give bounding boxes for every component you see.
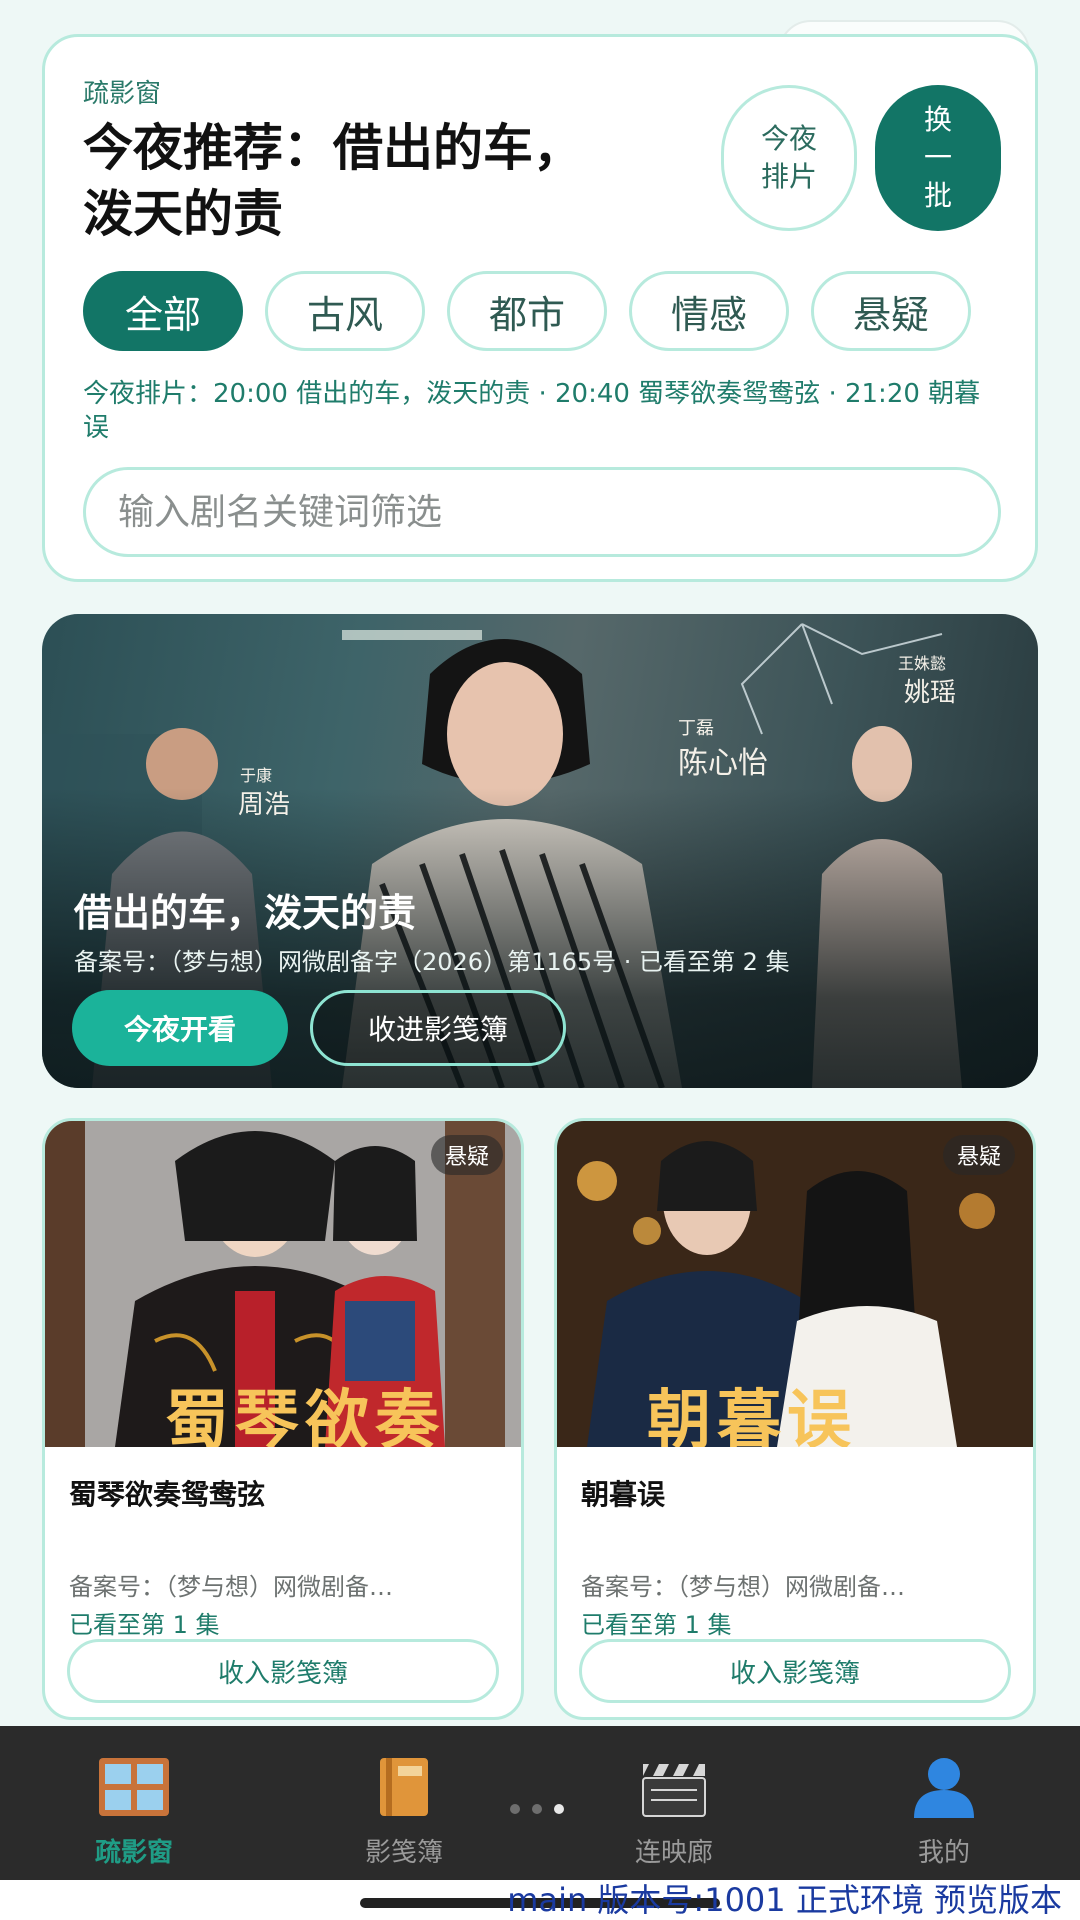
drama-poster: 朝暮误 悬疑	[557, 1121, 1033, 1447]
nav-label: 连映廊	[634, 1838, 713, 1868]
swap-batch-button[interactable]: 换一批	[875, 85, 1001, 231]
credit-role-right: 王姝懿	[898, 654, 947, 673]
credit-role-left: 于康	[240, 766, 273, 785]
credit-name-left: 周浩	[238, 790, 291, 820]
tab-mystery[interactable]: 悬疑	[811, 271, 971, 351]
tab-ancient[interactable]: 古风	[265, 271, 425, 351]
drama-card[interactable]: 蜀琴欲奏 悬疑 蜀琴欲奏鸳鸯弦 备案号：（梦与想）网微剧备… 已看至第 1 集 …	[42, 1118, 524, 1720]
book-icon	[380, 1758, 428, 1816]
drama-card[interactable]: 朝暮误 悬疑 朝暮误 备案号：（梦与想）网微剧备… 已看至第 1 集 收入影笺簿	[554, 1118, 1036, 1720]
drama-title: 朝暮误	[581, 1478, 666, 1511]
collect-button[interactable]: 收进影笺簿	[310, 990, 566, 1066]
poster-title-text: 蜀琴欲奏	[165, 1383, 445, 1447]
nav-item-profile[interactable]: 我的	[844, 1756, 1044, 1869]
version-text: main 版本号:1001 正式环境 预览版本	[507, 1881, 1062, 1919]
featured-meta: 备案号：（梦与想）网微剧备字（2026）第1165号 · 已看至第 2 集	[74, 948, 790, 976]
drama-poster: 蜀琴欲奏 悬疑	[45, 1121, 521, 1447]
watch-progress: 已看至第 1 集	[69, 1611, 220, 1639]
credit-role-mid: 丁磊	[678, 718, 714, 739]
brand-label: 疏影窗	[83, 79, 162, 109]
nav-label: 影笺簿	[364, 1838, 443, 1868]
watch-progress: 已看至第 1 集	[581, 1611, 732, 1639]
tab-urban[interactable]: 都市	[447, 271, 607, 351]
add-to-collection-button[interactable]: 收入影笺簿	[67, 1639, 499, 1703]
drama-title: 蜀琴欲奏鸳鸯弦	[69, 1478, 266, 1511]
bottom-nav: 疏影窗 影笺簿 连映廊 我的	[0, 1726, 1080, 1880]
nav-label: 我的	[917, 1838, 970, 1868]
nav-label: 疏影窗	[94, 1838, 173, 1868]
search-field[interactable]	[83, 467, 1001, 557]
page-dot	[532, 1804, 542, 1814]
page-title: 今夜推荐：借出的车，泼天的责	[83, 119, 583, 243]
tab-all[interactable]: 全部	[83, 271, 243, 351]
filing-number: 备案号：（梦与想）网微剧备…	[69, 1573, 393, 1601]
page-dot-active	[554, 1804, 564, 1814]
tab-romance[interactable]: 情感	[629, 271, 789, 351]
genre-badge: 悬疑	[430, 1135, 503, 1175]
recommendation-card: 疏影窗 今夜推荐：借出的车，泼天的责 今夜排片 换一批 全部 古风 都市 情感 …	[42, 34, 1038, 582]
version-bar: main 版本号:1001 正式环境 预览版本	[0, 1880, 1080, 1920]
tonight-schedule-button[interactable]: 今夜排片	[721, 85, 857, 231]
featured-banner[interactable]: 于康 周浩 丁磊 陈心怡 王姝懿 姚瑶 借出的车，泼天的责 备案号：（梦与想）网…	[42, 614, 1038, 1088]
nav-item-notebook[interactable]: 影笺簿	[304, 1756, 504, 1869]
filing-number: 备案号：（梦与想）网微剧备…	[581, 1573, 905, 1601]
featured-title: 借出的车，泼天的责	[74, 891, 417, 935]
page-dot	[510, 1804, 520, 1814]
search-input[interactable]	[118, 491, 998, 533]
genre-tabs: 全部 古风 都市 情感 悬疑	[83, 271, 971, 351]
user-icon	[914, 1758, 974, 1818]
watch-tonight-button[interactable]: 今夜开看	[72, 990, 288, 1066]
genre-badge: 悬疑	[942, 1135, 1015, 1175]
tonight-schedule-text: 今夜排片：20:00 借出的车，泼天的责 · 20:40 蜀琴欲奏鸳鸯弦 · 2…	[83, 379, 981, 443]
nav-item-home[interactable]: 疏影窗	[34, 1756, 234, 1869]
poster-title-text: 朝暮误	[647, 1383, 857, 1447]
clapperboard-icon	[642, 1764, 706, 1817]
page-indicator	[510, 1804, 564, 1814]
credit-name-mid: 陈心怡	[678, 746, 768, 781]
nav-item-gallery[interactable]: 连映廊	[574, 1756, 774, 1869]
add-to-collection-button[interactable]: 收入影笺簿	[579, 1639, 1011, 1703]
credit-name-right: 姚瑶	[904, 678, 957, 708]
window-icon	[99, 1758, 169, 1816]
